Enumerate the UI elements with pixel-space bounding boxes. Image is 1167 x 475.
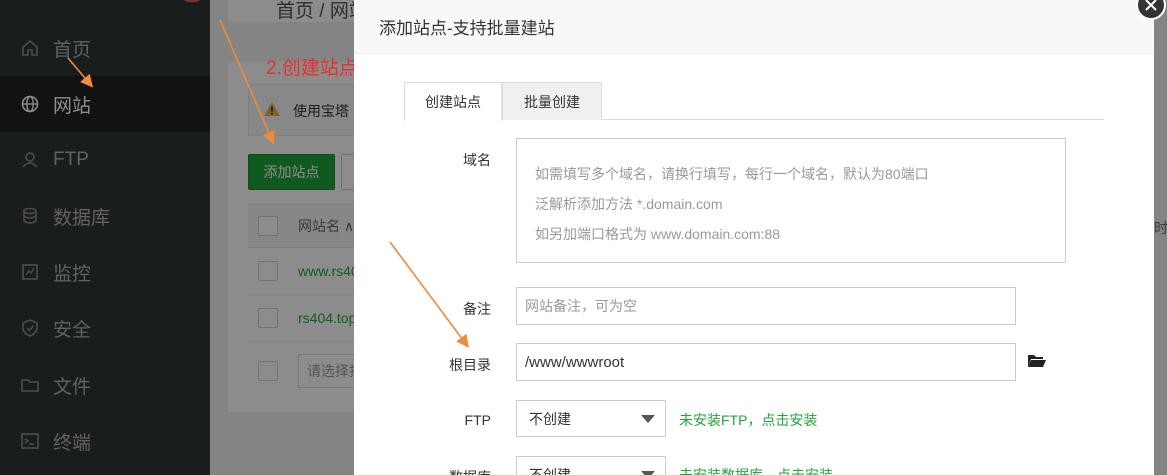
domain-placeholder-line: 如另加端口格式为 www.domain.com:88 <box>535 226 781 242</box>
ftp-label: FTP <box>464 412 491 428</box>
ftp-select[interactable]: 不创建 <box>516 400 666 437</box>
domain-textarea[interactable]: 如需填写多个域名，请换行填写，每行一个域名，默认为80端口 泛解析添加方法 *.… <box>516 138 1066 263</box>
remark-label: 备注 <box>463 301 491 317</box>
remark-input[interactable]: 网站备注，可为空 <box>516 287 1016 325</box>
ftp-install-link[interactable]: 未安装FTP，点击安装 <box>679 410 817 430</box>
ftp-select-value: 不创建 <box>529 410 571 427</box>
database-install-link[interactable]: 未安装数据库，点击安装 <box>679 465 833 475</box>
modal-tabs: 创建站点 批量创建 <box>404 82 1104 121</box>
add-site-modal: 添加站点-支持批量建站 创建站点 批量创建 域名 如需填写多个域名，请换行填写，… <box>354 0 1154 475</box>
chevron-down-icon <box>641 415 655 423</box>
domain-placeholder-line: 如需填写多个域名，请换行填写，每行一个域名，默认为80端口 <box>535 166 929 182</box>
domain-label: 域名 <box>463 152 491 168</box>
database-label: 数据库 <box>354 467 491 475</box>
modal-title: 添加站点-支持批量建站 <box>379 19 555 38</box>
domain-placeholder-line: 泛解析添加方法 *.domain.com <box>535 196 723 212</box>
tab-create-site[interactable]: 创建站点 <box>404 82 502 121</box>
tab-batch-create[interactable]: 批量创建 <box>502 82 602 120</box>
modal-header: 添加站点-支持批量建站 <box>354 0 1154 54</box>
chevron-down-icon <box>641 471 655 475</box>
root-dir-input[interactable]: /www/wwwroot <box>516 343 1016 381</box>
close-icon <box>1145 0 1157 11</box>
database-select-value: 不创建 <box>529 466 571 475</box>
folder-open-icon[interactable] <box>1027 352 1047 373</box>
database-select[interactable]: 不创建 <box>516 456 666 475</box>
root-dir-label: 根目录 <box>449 357 491 373</box>
